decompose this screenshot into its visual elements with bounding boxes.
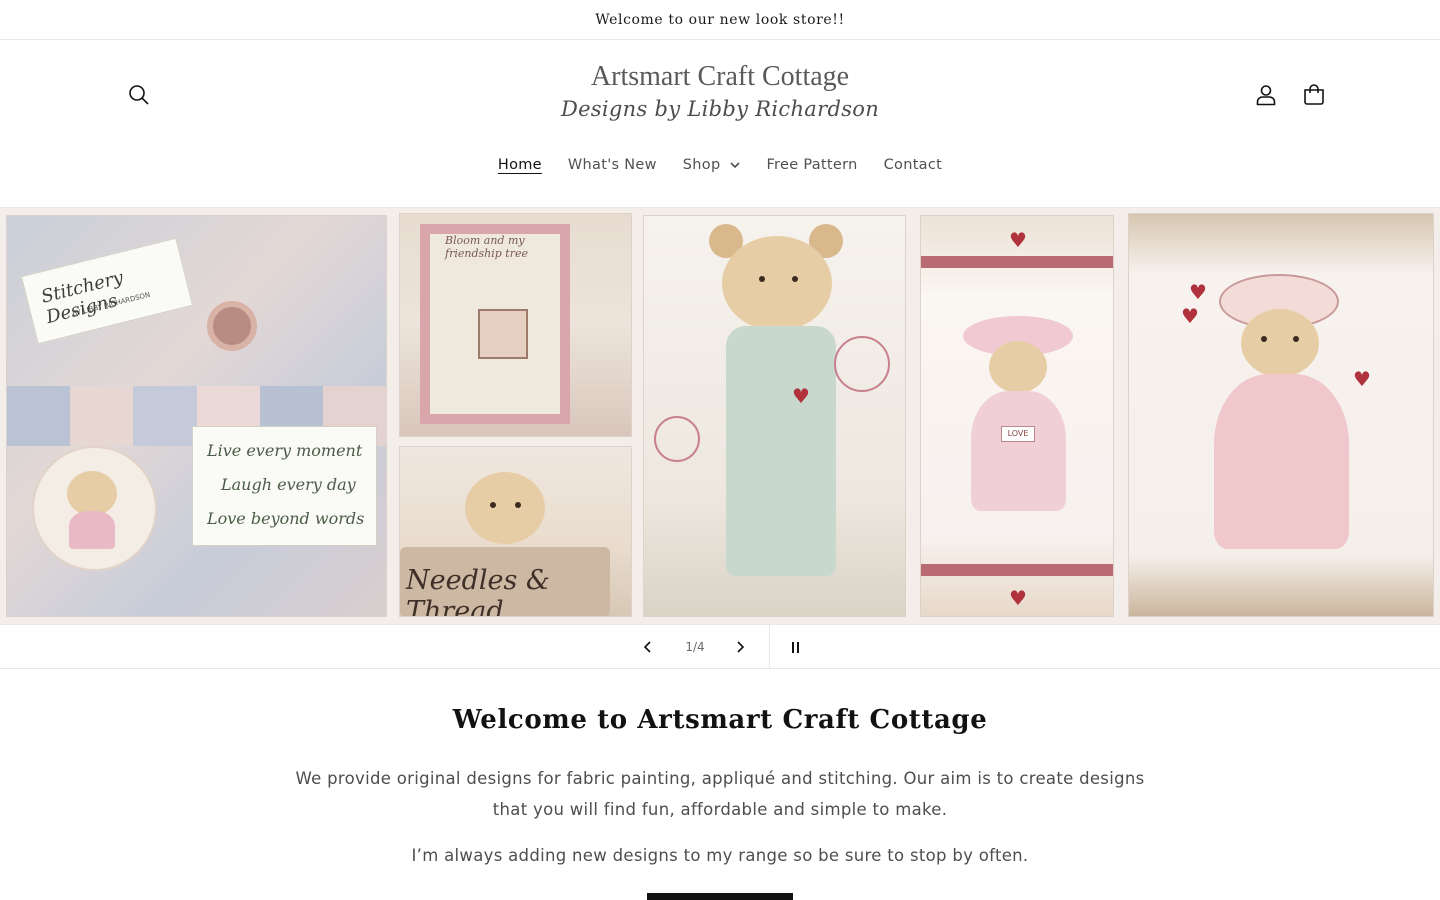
nav-item-free-pattern[interactable]: Free Pattern (753, 157, 870, 173)
bear-eye (515, 502, 521, 508)
fabric-stripe (921, 564, 1113, 576)
nav-item-shop[interactable]: Shop (670, 157, 754, 173)
heart-icon: ♥ (1009, 586, 1027, 610)
stitched-house (478, 309, 528, 359)
nav-item-contact[interactable]: Contact (871, 157, 956, 173)
slideshow-controls: 1/4 (0, 624, 1440, 669)
chevron-down-icon (730, 160, 741, 170)
collage-image-sampler: Bloom and my friendship tree (399, 213, 632, 437)
logo-title: Artsmart Craft Cottage (590, 61, 850, 92)
motto-line: Love beyond words (207, 509, 365, 528)
nav-item-label: Shop (682, 157, 721, 173)
nav-item-label: Free Pattern (766, 157, 858, 173)
announcement-bar: Welcome to our new look store!! (0, 0, 1440, 40)
heart-icon: ♥ (1189, 280, 1207, 304)
bear-dress (1214, 374, 1349, 549)
logo-subtitle: Designs by Libby Richardson (560, 97, 880, 121)
intro-paragraph: I’m always adding new designs to my rang… (411, 846, 1029, 865)
slide-counter: 1/4 (685, 640, 705, 654)
nav-item-home[interactable]: Home (485, 157, 555, 173)
account-button[interactable] (1244, 73, 1288, 117)
collage-image-needles-thread: Needles & Thread (399, 446, 632, 617)
motto-panel: Live every moment Laugh every day Love b… (192, 426, 377, 546)
love-badge: LOVE (1001, 426, 1035, 442)
chevron-left-icon (643, 641, 651, 653)
nav-item-label: Contact (883, 157, 943, 173)
site-header: Artsmart Craft Cottage Designs by Libby … (0, 40, 1440, 208)
bear-head (989, 341, 1047, 393)
announcement-text: Welcome to our new look store!! (595, 11, 845, 28)
collage-image-overalls-bear: ♥ (643, 215, 906, 617)
bear-overalls (726, 326, 836, 576)
pause-slideshow-button[interactable] (773, 625, 817, 669)
bear-head (1241, 309, 1319, 377)
nav-item-whats-new[interactable]: What's New (555, 157, 670, 173)
bear-head (465, 472, 545, 544)
brand-card-title: Stitchery Designs (39, 267, 126, 329)
motto-line: Laugh every day (221, 475, 356, 494)
search-button[interactable] (117, 73, 161, 117)
bear-head (722, 236, 832, 331)
bear-head (67, 471, 117, 516)
bear-dress (971, 391, 1066, 511)
nav-item-label: What's New (567, 157, 657, 173)
account-icon (1256, 85, 1276, 106)
bear-dress (69, 511, 115, 549)
bear-eye (1261, 336, 1267, 342)
intro-heading: Welcome to Artsmart Craft Cottage (452, 705, 988, 735)
search-icon (129, 85, 149, 105)
cart-button[interactable] (1292, 73, 1336, 117)
sign-text: Needles & Thread (406, 565, 550, 617)
heart-icon: ♥ (1353, 367, 1371, 391)
heart-icon: ♥ (1009, 228, 1027, 252)
heart-icon: ♥ (792, 384, 810, 408)
collage-image-bonnet-bear: ♥ LOVE ♥ (920, 215, 1114, 617)
flower-stitch (654, 416, 700, 462)
intro-section: Welcome to Artsmart Craft Cottage We pro… (0, 669, 1440, 900)
heart-icon: ♥ (1181, 304, 1199, 328)
twine-spool (207, 301, 257, 351)
motto-line: Live every moment (207, 441, 363, 460)
hero-slideshow[interactable]: Stitchery Designs BY LIBBY RICHARDSON Li… (0, 208, 1440, 624)
nav-item-label: Home (497, 157, 542, 173)
flower-stitch (834, 336, 890, 392)
chevron-right-icon (737, 641, 745, 653)
collage-image-pink-dress-bear: ♥ ♥ ♥ (1128, 213, 1434, 617)
intro-paragraph: We provide original designs for fabric p… (295, 769, 1145, 819)
bear-eye (792, 276, 798, 282)
bear-eye (490, 502, 496, 508)
bear-eye (1293, 336, 1299, 342)
site-logo[interactable]: Artsmart Craft Cottage Designs by Libby … (560, 60, 880, 130)
cart-icon (1304, 84, 1324, 105)
shop-now-button[interactable] (647, 893, 793, 900)
pause-icon (791, 641, 799, 653)
brand-card: Stitchery Designs BY LIBBY RICHARDSON (20, 237, 194, 345)
sampler-text: Bloom and my friendship tree (445, 234, 528, 260)
previous-slide-button[interactable] (626, 625, 670, 669)
bear-eye (759, 276, 765, 282)
collage-image-stitchery-designs: Stitchery Designs BY LIBBY RICHARDSON Li… (6, 215, 387, 617)
fabric-stripe (921, 256, 1113, 268)
next-slide-button[interactable] (718, 625, 762, 669)
controls-divider (769, 625, 770, 669)
main-nav: Home What's New Shop Free Pattern Contac… (0, 150, 1440, 180)
